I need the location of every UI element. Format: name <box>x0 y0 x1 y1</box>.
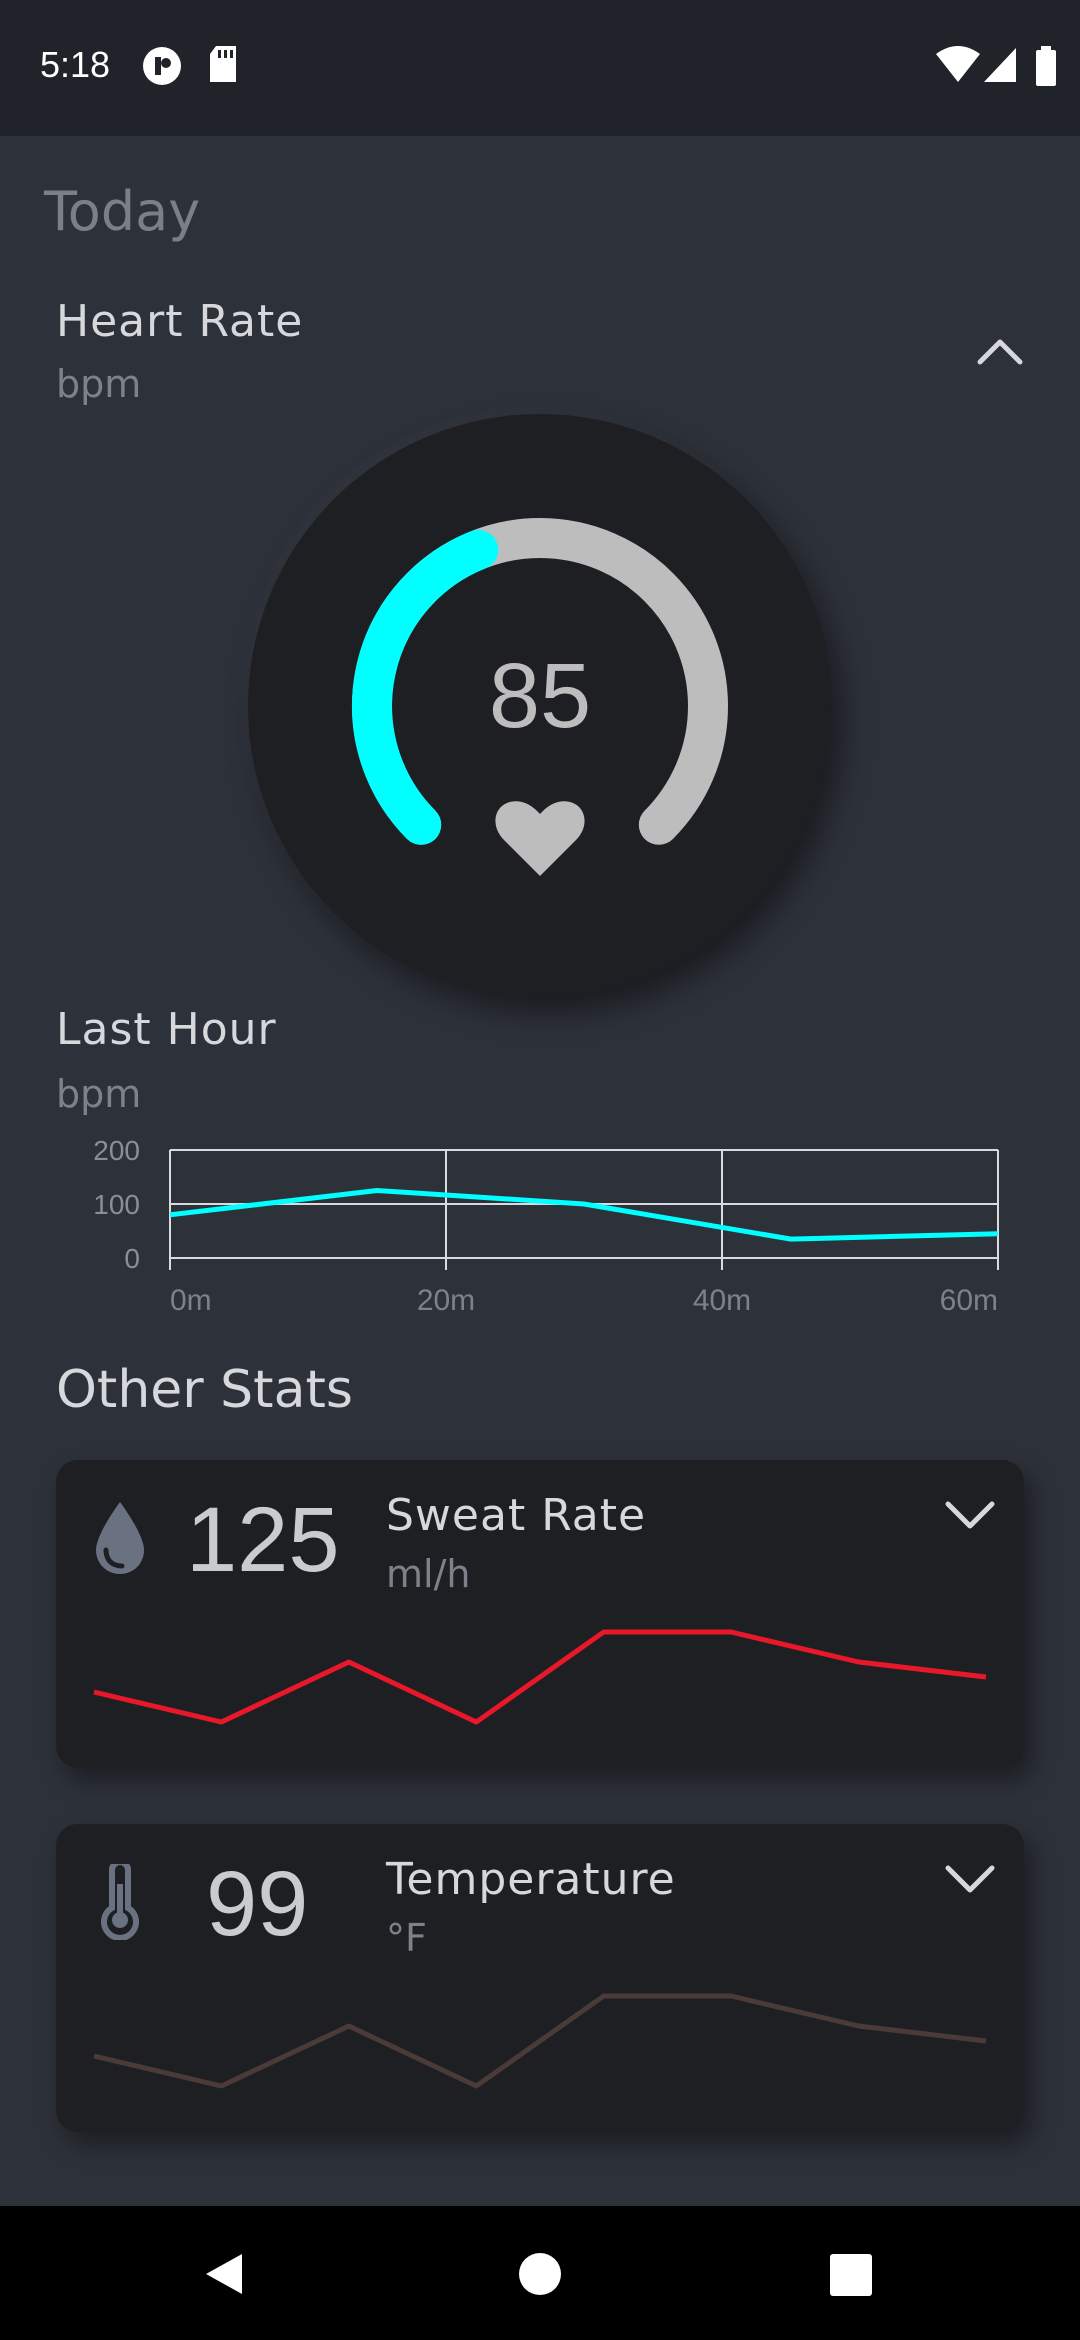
thermometer-icon <box>101 1864 139 1940</box>
x-tick-label: 40m <box>693 1284 751 1317</box>
sweat-rate-label: Sweat Rate <box>386 1490 647 1541</box>
temperature-card[interactable]: 99 Temperature °F <box>56 1824 1024 2132</box>
temperature-label: Temperature <box>386 1854 676 1905</box>
temperature-value: 99 <box>206 1853 309 1955</box>
last-hour-title: Last Hour <box>56 1004 277 1055</box>
heart-rate-gauge: 85 <box>248 414 832 998</box>
sweat-rate-value: 125 <box>186 1489 340 1591</box>
heart-rate-unit: bpm <box>56 362 142 406</box>
chevron-up-icon[interactable] <box>968 320 1032 384</box>
home-icon[interactable] <box>518 2252 562 2296</box>
y-tick-label: 0 <box>124 1243 140 1274</box>
navigation-bar <box>0 2206 1080 2340</box>
tv-app-icon <box>143 47 181 85</box>
chevron-down-icon[interactable] <box>940 1490 1000 1540</box>
heart-icon <box>495 801 585 876</box>
x-tick-label: 0m <box>170 1284 212 1317</box>
y-tick-label: 200 <box>93 1135 140 1166</box>
wifi-icon <box>936 46 980 82</box>
heart-rate-title: Heart Rate <box>56 296 304 347</box>
recents-icon[interactable] <box>830 2254 872 2296</box>
trend-line <box>93 1993 987 2089</box>
chevron-down-icon[interactable] <box>940 1854 1000 1904</box>
temperature-unit: °F <box>386 1916 427 1960</box>
last-hour-chart: 0 100 200 0m 20m 40m 60m <box>93 1135 999 1317</box>
heart-rate-value: 85 <box>488 645 592 747</box>
water-drop-icon <box>96 1502 144 1574</box>
temperature-trend-line <box>93 1993 987 2089</box>
sd-card-icon <box>210 46 236 82</box>
sweat-rate-card[interactable]: 125 Sweat Rate ml/h <box>56 1460 1024 1768</box>
series-line <box>169 1188 999 1242</box>
status-bar: 5:18 <box>0 0 1080 136</box>
trend-line <box>93 1629 987 1725</box>
battery-icon <box>1036 46 1056 86</box>
back-icon[interactable] <box>200 2250 248 2298</box>
sweat-rate-unit: ml/h <box>386 1552 471 1596</box>
other-stats-title: Other Stats <box>56 1360 353 1420</box>
status-time: 5:18 <box>40 44 111 85</box>
page-title: Today <box>44 180 201 243</box>
x-tick-label: 20m <box>417 1284 475 1317</box>
x-tick-label: 60m <box>940 1284 998 1317</box>
sweat-rate-trend-line <box>93 1629 987 1725</box>
signal-icon <box>984 48 1016 82</box>
last-hour-unit: bpm <box>56 1072 142 1116</box>
y-tick-label: 100 <box>93 1189 140 1220</box>
